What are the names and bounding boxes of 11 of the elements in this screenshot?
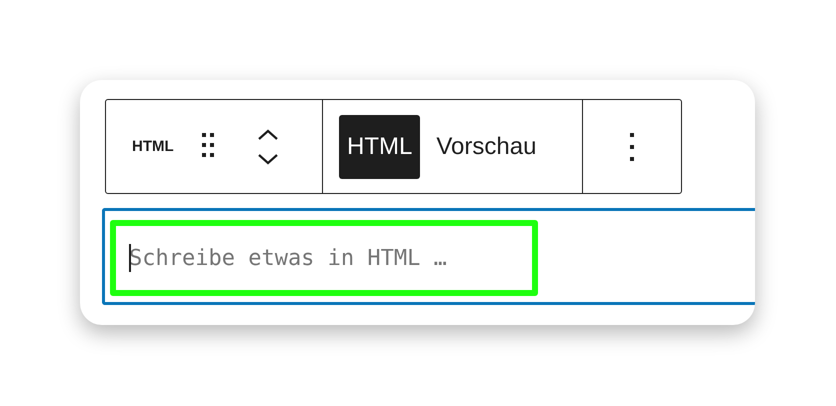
move-down-button[interactable] [256, 152, 280, 166]
block-type-label: HTML [132, 138, 174, 155]
more-options-button[interactable] [629, 132, 635, 162]
chevron-down-icon [256, 152, 280, 166]
mode-tab[interactable]: Vorschau [428, 114, 544, 178]
code-input-field[interactable]: Schreibe etwas in HTML … [110, 220, 538, 296]
mode-tab[interactable]: HTML [339, 114, 420, 178]
move-up-button[interactable] [256, 128, 280, 142]
text-cursor [129, 244, 131, 272]
chevron-up-icon [256, 128, 280, 142]
more-menu-icon [629, 132, 635, 162]
